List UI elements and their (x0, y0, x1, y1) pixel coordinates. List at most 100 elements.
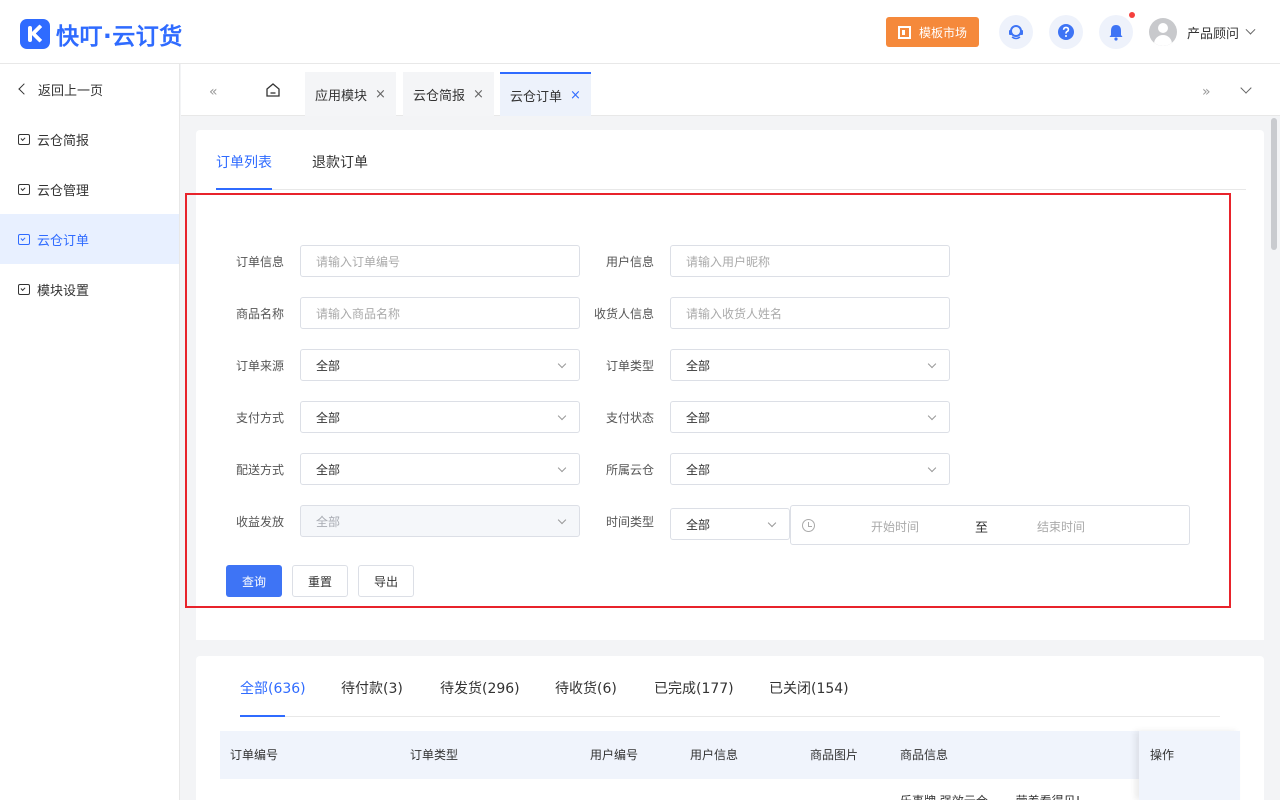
order-source-select[interactable]: 全部 (300, 349, 580, 381)
user-name: 产品顾问 (1187, 26, 1240, 42)
export-button[interactable]: 导出 (358, 565, 414, 597)
checkbox-square-icon (18, 283, 30, 295)
select-value: 全部 (686, 462, 711, 477)
revenue-select: 全部 (300, 505, 580, 537)
template-market-button[interactable]: 模板市场 (886, 17, 979, 47)
sidebar-item-warehouse-manage[interactable]: 云仓管理 (0, 164, 179, 214)
delivery-method-select[interactable]: 全部 (300, 453, 580, 485)
select-value: 全部 (686, 358, 711, 373)
chevron-down-icon (927, 411, 937, 421)
user-info-label: 用户信息 (605, 255, 654, 269)
chevron-left-icon (18, 83, 30, 95)
order-type-label: 订单类型 (605, 359, 654, 373)
page-scrollbar-thumb[interactable] (1271, 118, 1277, 250)
time-type-select[interactable]: 全部 (670, 508, 790, 540)
avatar (1149, 18, 1177, 46)
select-value: 全部 (316, 462, 341, 477)
back-label: 返回上一页 (38, 83, 104, 99)
end-time-input[interactable]: 结束时间 (1037, 518, 1085, 535)
tab-label: 云仓订单 (510, 89, 563, 105)
table-row-peek: 乐事牌 强效云仓…… 营养看得见! (900, 792, 1080, 800)
tab-warehouse-report[interactable]: 云仓简报 × (403, 72, 494, 116)
sidebar-item-warehouse-report[interactable]: 云仓简报 (0, 114, 179, 164)
chevron-down-icon (1245, 24, 1256, 35)
order-type-select[interactable]: 全部 (670, 349, 950, 381)
notification-button[interactable] (1099, 15, 1133, 49)
select-value: 全部 (316, 410, 341, 425)
delivery-method-label: 配送方式 (235, 463, 284, 477)
scroll-tabs-right-button[interactable]: » (1202, 84, 1210, 100)
order-subtabs: 订单列表 退款订单 (216, 130, 1246, 190)
home-icon[interactable] (265, 82, 281, 98)
order-tab-all[interactable]: 全部(636) (240, 678, 306, 698)
warehouse-label: 所属云仓 (605, 463, 654, 477)
pay-status-select[interactable]: 全部 (670, 401, 950, 433)
order-tab-pending-payment[interactable]: 待付款(3) (341, 678, 403, 698)
order-tabs-divider (240, 716, 1220, 717)
tab-app-module[interactable]: 应用模块 × (305, 72, 396, 116)
date-range-picker[interactable]: 开始时间 至 结束时间 (790, 505, 1190, 545)
time-type-label: 时间类型 (605, 515, 654, 529)
query-button[interactable]: 查询 (226, 565, 282, 597)
tabs-menu-chevron-down-icon[interactable] (1240, 82, 1252, 94)
back-button[interactable]: 返回上一页 (0, 64, 179, 114)
order-tab-pending-receipt[interactable]: 待收货(6) (555, 678, 617, 698)
product-name-label: 商品名称 (235, 307, 284, 321)
close-icon[interactable]: × (375, 87, 386, 102)
operation-column (1139, 731, 1240, 800)
logo-icon (20, 19, 50, 49)
th-user-id: 用户编号 (590, 748, 639, 762)
order-tab-pending-shipment[interactable]: 待发货(296) (440, 678, 520, 698)
order-tab-completed[interactable]: 已完成(177) (654, 678, 734, 698)
pay-method-select[interactable]: 全部 (300, 401, 580, 433)
order-number-input[interactable]: 请输入订单编号 (300, 245, 580, 277)
user-nickname-input[interactable]: 请输入用户昵称 (670, 245, 950, 277)
help-icon (1058, 24, 1074, 40)
sidebar-item-module-settings[interactable]: 模块设置 (0, 264, 179, 314)
checkbox-square-icon (18, 233, 30, 245)
sidebar-item-label: 模块设置 (37, 283, 90, 299)
active-order-tab-indicator (240, 715, 285, 717)
app-logo[interactable]: 快叮·云订货 (20, 17, 183, 51)
template-icon (897, 25, 911, 39)
select-value: 全部 (686, 410, 711, 425)
order-tab-closed[interactable]: 已关闭(154) (769, 678, 849, 698)
th-product-info: 商品信息 (900, 748, 949, 762)
chevron-down-icon (927, 359, 937, 369)
select-value: 全部 (316, 514, 341, 529)
tab-label: 应用模块 (315, 88, 368, 104)
notification-badge-dot (1129, 12, 1135, 18)
scroll-tabs-left-button[interactable]: « (209, 84, 217, 100)
th-order-type: 订单类型 (410, 748, 459, 762)
active-subtab-indicator (216, 188, 272, 190)
th-operation: 操作 (1150, 748, 1175, 762)
help-button[interactable] (1049, 15, 1083, 49)
consignee-label: 收货人信息 (593, 307, 654, 321)
th-user-info: 用户信息 (690, 748, 739, 762)
product-name-input[interactable]: 请输入商品名称 (300, 297, 580, 329)
sidebar-item-label: 云仓简报 (37, 133, 90, 149)
reset-button[interactable]: 重置 (292, 565, 348, 597)
pay-method-label: 支付方式 (235, 411, 284, 425)
order-info-label: 订单信息 (235, 255, 284, 269)
clock-icon (802, 519, 815, 532)
th-order-number: 订单编号 (230, 748, 279, 762)
consignee-name-input[interactable]: 请输入收货人姓名 (670, 297, 950, 329)
sidebar-item-label: 云仓管理 (37, 183, 90, 199)
warehouse-select[interactable]: 全部 (670, 453, 950, 485)
headset-icon (1009, 25, 1023, 40)
start-time-input[interactable]: 开始时间 (871, 518, 919, 535)
close-icon[interactable]: × (570, 88, 581, 103)
user-menu[interactable]: 产品顾问 (1149, 18, 1256, 46)
support-button[interactable] (999, 15, 1033, 49)
subtab-refund-orders[interactable]: 退款订单 (312, 152, 368, 172)
pay-status-label: 支付状态 (605, 411, 654, 425)
tab-warehouse-orders[interactable]: 云仓订单 × (500, 72, 591, 116)
sidebar: 返回上一页 云仓简报 云仓管理 云仓订单 模块设置 (0, 64, 180, 800)
close-icon[interactable]: × (473, 87, 484, 102)
subtab-order-list[interactable]: 订单列表 (216, 152, 272, 172)
range-separator: 至 (975, 521, 989, 536)
sidebar-item-warehouse-orders[interactable]: 云仓订单 (0, 214, 179, 264)
checkbox-square-icon (18, 133, 30, 145)
chevron-down-icon (927, 463, 937, 473)
